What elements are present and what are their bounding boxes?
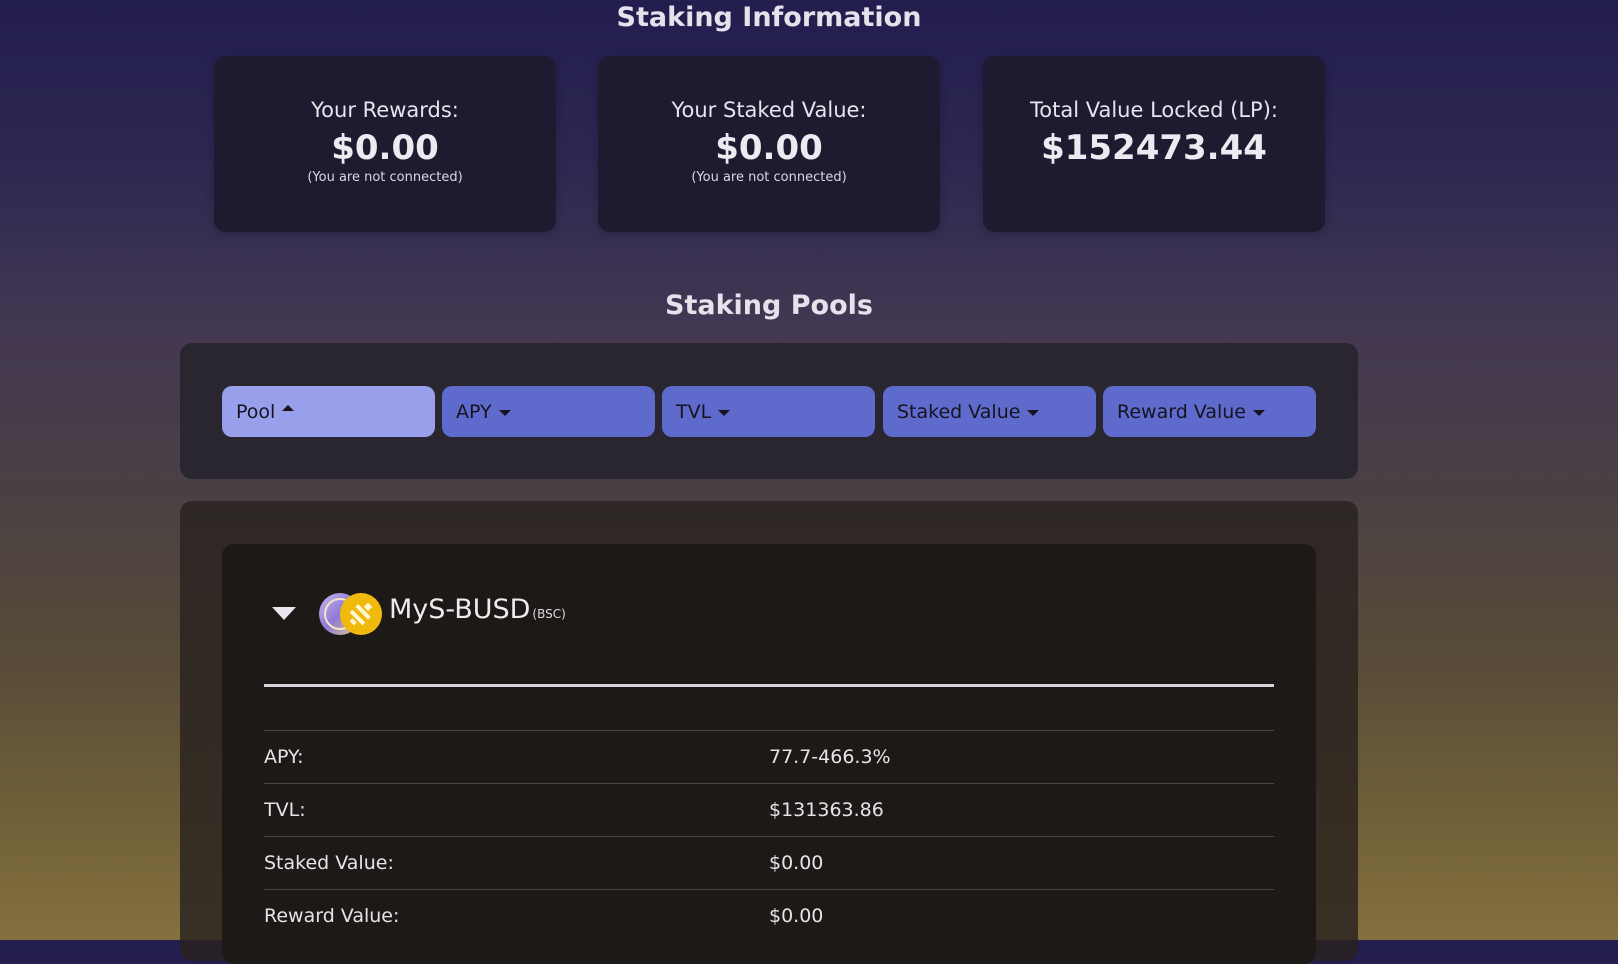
sort-staked-value-button[interactable]: Staked Value: [883, 386, 1096, 437]
pool-row-tvl: TVL: $131363.86: [264, 783, 1274, 836]
staked-value-note: (You are not connected): [691, 170, 847, 185]
mys-busd-logo-icon: [319, 593, 382, 635]
pool-row-reward-value: Reward Value: $0.00: [264, 889, 1274, 942]
chevron-down-icon[interactable]: [272, 607, 296, 620]
sort-panel: Pool APY TVL Staked Value Reward Value: [180, 343, 1358, 479]
row-label: Reward Value:: [264, 905, 400, 927]
caret-down-icon: [1027, 410, 1040, 416]
sort-reward-value-label: Reward Value: [1117, 400, 1246, 423]
tvl-label: Total Value Locked (LP):: [1030, 98, 1278, 122]
pool-row-staked-value: Staked Value: $0.00: [264, 836, 1274, 889]
sort-pool-button[interactable]: Pool: [222, 386, 435, 437]
tvl-card: Total Value Locked (LP): $152473.44: [983, 56, 1325, 232]
pool-card-mys-busd: MyS-BUSD (BSC) APY: 77.7-466.3% TVL: $131…: [222, 544, 1316, 964]
sort-pool-label: Pool: [236, 400, 276, 423]
pool-name-text: MyS-BUSD: [389, 594, 531, 625]
rewards-card: Your Rewards: $0.00 (You are not connect…: [214, 56, 556, 232]
sort-reward-value-button[interactable]: Reward Value: [1103, 386, 1316, 437]
tvl-value: $152473.44: [1041, 128, 1267, 168]
sort-apy-label: APY: [456, 400, 492, 423]
staked-value-amount: $0.00: [715, 128, 823, 168]
row-value: $131363.86: [769, 799, 884, 821]
staking-info-title: Staking Information: [616, 2, 922, 33]
caret-down-icon: [1252, 410, 1265, 416]
row-label: TVL:: [264, 799, 306, 821]
staked-value-card: Your Staked Value: $0.00 (You are not co…: [598, 56, 940, 232]
caret-down-icon: [498, 410, 511, 416]
caret-up-icon: [282, 404, 295, 411]
row-label: APY:: [264, 746, 304, 768]
row-value: $0.00: [769, 905, 824, 927]
row-label: Staked Value:: [264, 852, 394, 874]
staking-pools-title: Staking Pools: [665, 290, 873, 321]
row-value: 77.7-466.3%: [769, 746, 891, 768]
rewards-note: (You are not connected): [307, 170, 463, 185]
sort-staked-value-label: Staked Value: [897, 400, 1021, 423]
sort-apy-button[interactable]: APY: [442, 386, 655, 437]
pool-details: APY: 77.7-466.3% TVL: $131363.86 Staked …: [264, 730, 1274, 942]
sort-tvl-label: TVL: [676, 400, 712, 423]
pool-header[interactable]: MyS-BUSD (BSC): [222, 592, 1316, 636]
row-value: $0.00: [769, 852, 824, 874]
pool-divider: [264, 684, 1274, 687]
pool-name: MyS-BUSD (BSC): [389, 594, 566, 625]
rewards-label: Your Rewards:: [311, 98, 459, 122]
rewards-value: $0.00: [331, 128, 439, 168]
pool-chain-badge: (BSC): [532, 607, 566, 621]
pool-row-apy: APY: 77.7-466.3%: [264, 730, 1274, 783]
caret-down-icon: [718, 410, 731, 416]
staked-value-label: Your Staked Value:: [671, 98, 867, 122]
sort-tvl-button[interactable]: TVL: [662, 386, 875, 437]
